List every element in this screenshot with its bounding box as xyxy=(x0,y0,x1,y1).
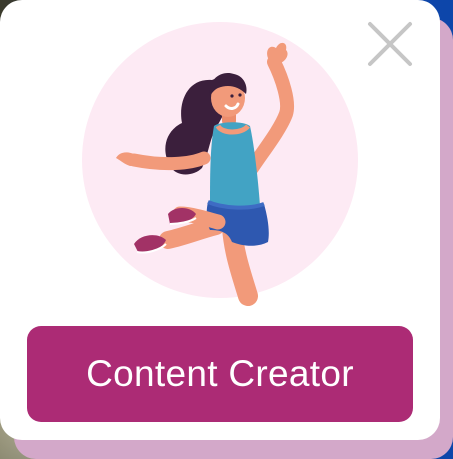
jumping-woman-illustration xyxy=(82,22,358,306)
content-creator-button[interactable]: Content Creator xyxy=(27,326,413,422)
close-icon xyxy=(368,22,412,66)
app-background: Content Creator xyxy=(0,0,453,459)
role-card: Content Creator xyxy=(0,0,440,440)
close-button[interactable] xyxy=(364,18,416,70)
